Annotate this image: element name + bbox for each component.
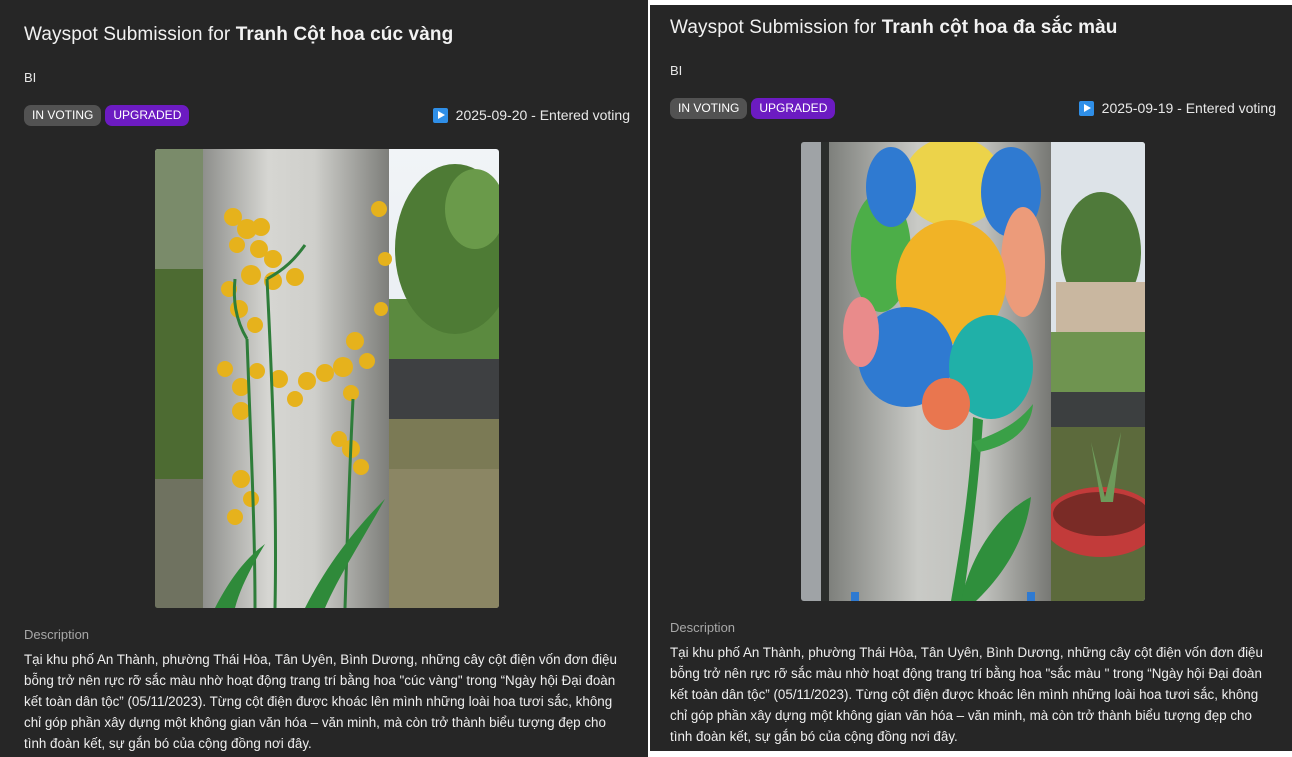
- play-icon: [432, 107, 448, 123]
- status-badge-upgraded: UPGRADED: [751, 98, 836, 119]
- description-text: Tại khu phố An Thành, phường Thái Hòa, T…: [670, 645, 1263, 744]
- wayspot-name: Tranh Cột hoa cúc vàng: [235, 24, 454, 45]
- wayspot-name: Tranh cột hoa đa sắc màu: [881, 17, 1118, 38]
- description-label: Description: [24, 627, 90, 642]
- badge-row: IN VOTING UPGRADED: [24, 105, 190, 126]
- location-code: BI: [24, 70, 37, 85]
- voting-status: 2025-09-20 - Entered voting: [432, 107, 630, 123]
- voting-status-text: 2025-09-19 - Entered voting: [1101, 100, 1276, 116]
- status-badge-in-voting: IN VOTING: [24, 105, 102, 126]
- description-text: Tại khu phố An Thành, phường Thái Hòa, T…: [24, 652, 617, 751]
- title-prefix: Wayspot Submission for: [670, 17, 882, 38]
- yellow-flower-pole-photo: [155, 149, 499, 608]
- title-prefix: Wayspot Submission for: [24, 24, 236, 45]
- page-title: Wayspot Submission for Tranh Cột hoa cúc…: [24, 24, 453, 46]
- multicolor-flower-pole-photo: [801, 142, 1145, 601]
- submission-card-left: Wayspot Submission for Tranh Cột hoa cúc…: [0, 0, 648, 757]
- submission-card-right: Wayspot Submission for Tranh cột hoa đa …: [650, 5, 1292, 751]
- status-badge-in-voting: IN VOTING: [670, 98, 748, 119]
- status-badge-upgraded: UPGRADED: [105, 105, 190, 126]
- page-title: Wayspot Submission for Tranh cột hoa đa …: [670, 17, 1117, 39]
- play-icon: [1078, 100, 1094, 116]
- voting-status-text: 2025-09-20 - Entered voting: [455, 107, 630, 123]
- location-code: BI: [670, 63, 683, 78]
- description-label: Description: [670, 620, 736, 635]
- voting-status: 2025-09-19 - Entered voting: [1078, 100, 1276, 116]
- badge-row: IN VOTING UPGRADED: [670, 98, 836, 119]
- submission-photo[interactable]: [801, 142, 1145, 601]
- submission-photo[interactable]: [155, 149, 499, 608]
